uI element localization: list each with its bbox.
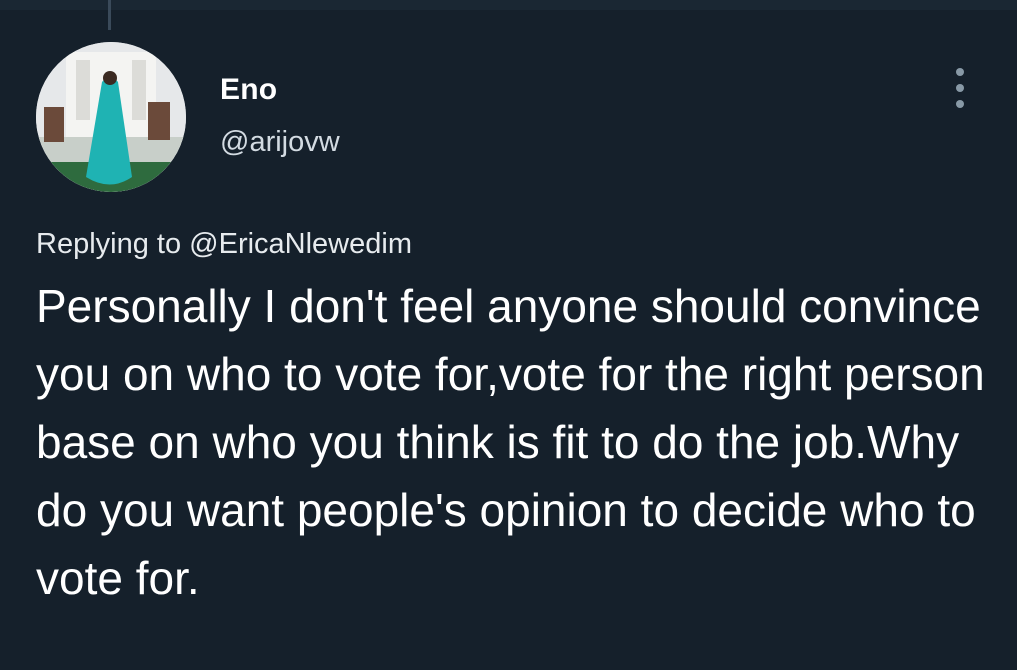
- tweet-text: Personally I don't feel anyone should co…: [36, 280, 985, 604]
- tweet: Eno @arijovw Replying to @EricaNlewedim …: [0, 0, 1017, 670]
- more-options-icon[interactable]: [945, 66, 975, 110]
- author-handle[interactable]: @arijovw: [220, 126, 340, 159]
- reply-mention-link[interactable]: @EricaNlewedim: [189, 228, 412, 260]
- dot: [956, 68, 964, 76]
- avatar-image: [36, 42, 186, 192]
- dot: [956, 100, 964, 108]
- avatar[interactable]: [36, 42, 186, 192]
- author-name[interactable]: Eno: [220, 73, 277, 107]
- replying-to: Replying to @EricaNlewedim: [36, 228, 412, 261]
- replying-prefix: Replying to: [36, 228, 190, 260]
- dot: [956, 84, 964, 92]
